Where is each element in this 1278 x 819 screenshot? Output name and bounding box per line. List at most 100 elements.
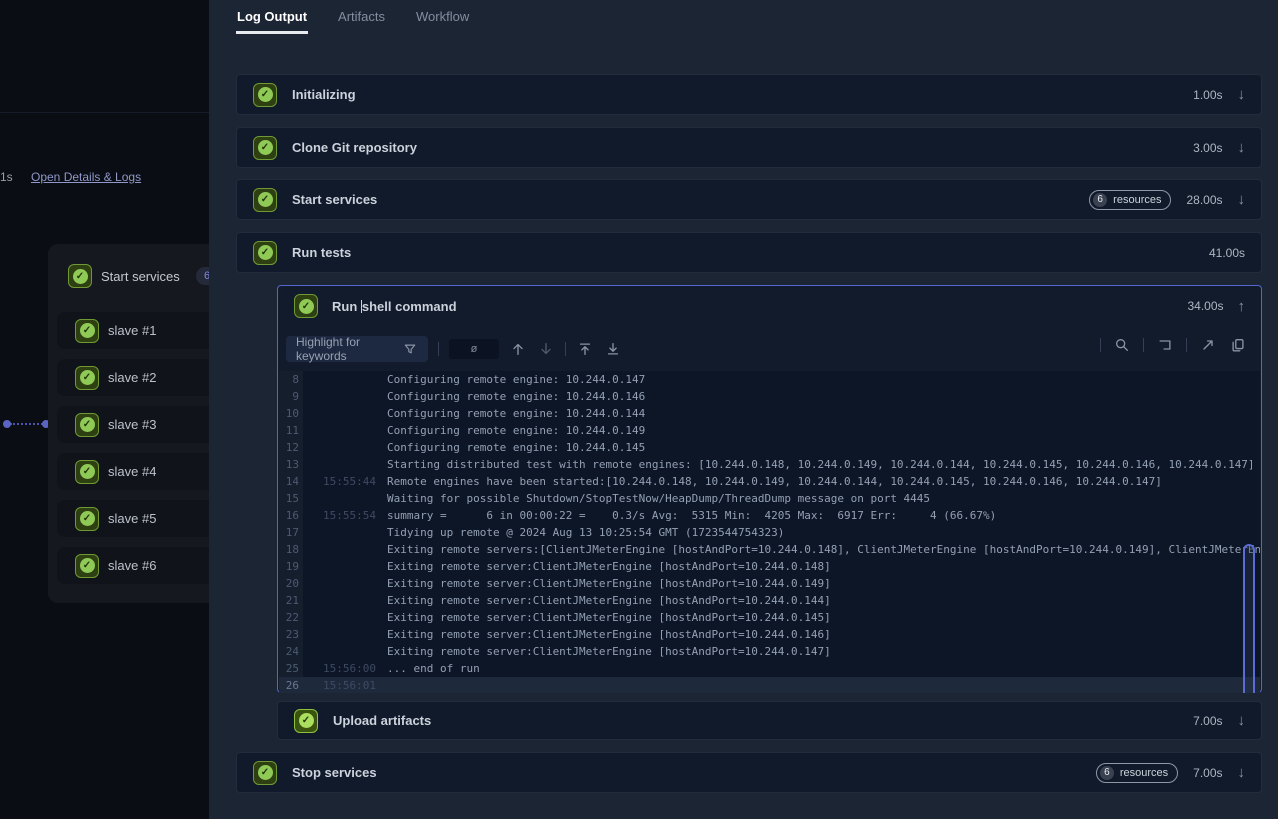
scroll-to-top-button[interactable] [576,340,594,358]
tab-bar: Log Output Artifacts Workflow [236,0,470,34]
step-duration: 1.00s [1193,88,1222,102]
highlight-placeholder: Highlight for keywords [296,335,402,363]
previous-match-button[interactable] [509,340,527,358]
log-line: 22Exiting remote server:ClientJMeterEngi… [279,609,1260,626]
highlight-keywords-input[interactable]: Highlight for keywords [286,336,428,362]
open-details-logs-link[interactable]: Open Details & Logs [31,170,141,184]
step-title: Clone Git repository [292,140,417,155]
log-line: 23Exiting remote server:ClientJMeterEngi… [279,626,1260,643]
status-success-icon: ✓ [75,413,99,437]
tab-artifacts[interactable]: Artifacts [337,0,386,34]
expand-fullscreen-icon[interactable] [1199,336,1217,354]
log-viewer[interactable]: 8Configuring remote engine: 10.244.0.147… [279,371,1260,693]
status-success-icon: ✓ [294,709,318,733]
log-line: 17Tidying up remote @ 2024 Aug 13 10:25:… [279,524,1260,541]
status-success-icon: ✓ [253,241,277,265]
status-success-icon: ✓ [253,761,277,785]
workflow-node-label: slave #3 [108,417,156,432]
chevron-up-icon[interactable]: ↑ [1238,299,1246,314]
status-success-icon: ✓ [75,507,99,531]
log-line: 13Starting distributed test with remote … [279,456,1260,473]
status-success-icon: ✓ [294,294,318,318]
workflow-node-label: Start services [101,269,180,284]
step-duration: 28.00s [1186,193,1222,207]
next-match-button[interactable] [537,340,555,358]
step-upload-artifacts[interactable]: ✓ Upload artifacts 7.00s ↓ [277,701,1262,740]
workflow-edge [10,423,43,425]
log-line: 9Configuring remote engine: 10.244.0.146 [279,388,1260,405]
log-line: 19Exiting remote server:ClientJMeterEngi… [279,558,1260,575]
resources-count: 6 [1100,766,1114,780]
chevron-down-icon[interactable]: ↓ [1238,87,1246,102]
workflow-sidebar: 1s Open Details & Logs ✓ Start services … [0,0,209,819]
workflow-group-panel: ✓ Start services 6 ✓slave #1 ✓slave #2 ✓… [48,244,209,603]
status-success-icon: ✓ [253,83,277,107]
log-line: 1415:55:44Remote engines have been start… [279,473,1260,490]
scroll-to-bottom-button[interactable] [604,340,622,358]
step-run-shell-command: ✓ Run shell command 34.00s ↑ Highlight f… [277,285,1262,693]
step-title: Run shell command [332,299,457,314]
resources-badge[interactable]: 6 resources [1096,763,1178,783]
step-header[interactable]: ✓ Run shell command 34.00s ↑ [278,286,1261,326]
tab-workflow[interactable]: Workflow [415,0,470,34]
resources-badge[interactable]: 6 resources [1089,190,1171,210]
match-counter: ø [449,339,499,359]
log-line: 10Configuring remote engine: 10.244.0.14… [279,405,1260,422]
tab-log-output[interactable]: Log Output [236,0,308,34]
divider [1143,338,1144,352]
step-initializing[interactable]: ✓ Initializing 1.00s ↓ [236,74,1262,115]
resources-label: resources [1113,194,1161,206]
status-success-icon: ✓ [75,460,99,484]
chevron-down-icon[interactable]: ↓ [1238,713,1246,728]
step-duration: 7.00s [1193,714,1222,728]
workflow-node-label: slave #2 [108,370,156,385]
duration-fragment: 1s [0,170,13,184]
log-line: 2515:56:00... end of run [279,660,1260,677]
divider [438,342,439,356]
step-run-tests[interactable]: ✓ Run tests 41.00s [236,232,1262,273]
step-title: Start services [292,192,377,207]
resources-label: resources [1120,767,1168,779]
step-duration: 34.00s [1187,299,1223,313]
copy-icon[interactable] [1229,336,1247,354]
workflow-node-label: slave #4 [108,464,156,479]
log-scrollbar-thumb[interactable] [1243,544,1255,693]
chevron-down-icon[interactable]: ↓ [1238,765,1246,780]
log-line: 18Exiting remote servers:[ClientJMeterEn… [279,541,1260,558]
step-title: Run tests [292,245,351,260]
page: 1s Open Details & Logs ✓ Start services … [0,0,1278,819]
log-output-panel: Log Output Artifacts Workflow ✓ Initiali… [209,0,1278,819]
search-icon[interactable] [1113,336,1131,354]
status-success-icon: ✓ [68,264,92,288]
step-duration: 41.00s [1209,246,1245,260]
workflow-node-slave-3[interactable]: ✓ slave #3 [57,406,209,443]
log-line: 1615:55:54summary = 6 in 00:00:22 = 0.3/… [279,507,1260,524]
workflow-node-label: slave #1 [108,323,156,338]
log-line: 12Configuring remote engine: 10.244.0.14… [279,439,1260,456]
word-wrap-icon[interactable] [1156,336,1174,354]
status-success-icon: ✓ [75,319,99,343]
step-start-services[interactable]: ✓ Start services 6 resources 28.00s ↓ [236,179,1262,220]
log-line: 24Exiting remote server:ClientJMeterEngi… [279,643,1260,660]
workflow-node-slave-1[interactable]: ✓ slave #1 [57,312,209,349]
step-title: Initializing [292,87,356,102]
step-title: Stop services [292,765,377,780]
chevron-down-icon[interactable]: ↓ [1238,140,1246,155]
status-success-icon: ✓ [253,136,277,160]
workflow-node-start-services[interactable]: ✓ Start services 6 [48,258,209,294]
step-title: Upload artifacts [333,713,431,728]
status-success-icon: ✓ [75,554,99,578]
divider [1100,338,1101,352]
filter-funnel-icon [402,340,418,358]
log-line: 20Exiting remote server:ClientJMeterEngi… [279,575,1260,592]
workflow-node-slave-2[interactable]: ✓slave #2 [57,359,209,396]
log-toolbar: Highlight for keywords ø [278,335,1261,363]
chevron-down-icon[interactable]: ↓ [1238,192,1246,207]
workflow-node-badge: 6 [196,267,209,285]
step-clone-git-repository[interactable]: ✓ Clone Git repository 3.00s ↓ [236,127,1262,168]
step-stop-services[interactable]: ✓ Stop services 6 resources 7.00s ↓ [236,752,1262,793]
workflow-node-slave-6[interactable]: ✓slave #6 [57,547,209,584]
workflow-node-slave-5[interactable]: ✓slave #5 [57,500,209,537]
divider [1186,338,1187,352]
workflow-node-slave-4[interactable]: ✓ slave #4 [57,453,209,490]
